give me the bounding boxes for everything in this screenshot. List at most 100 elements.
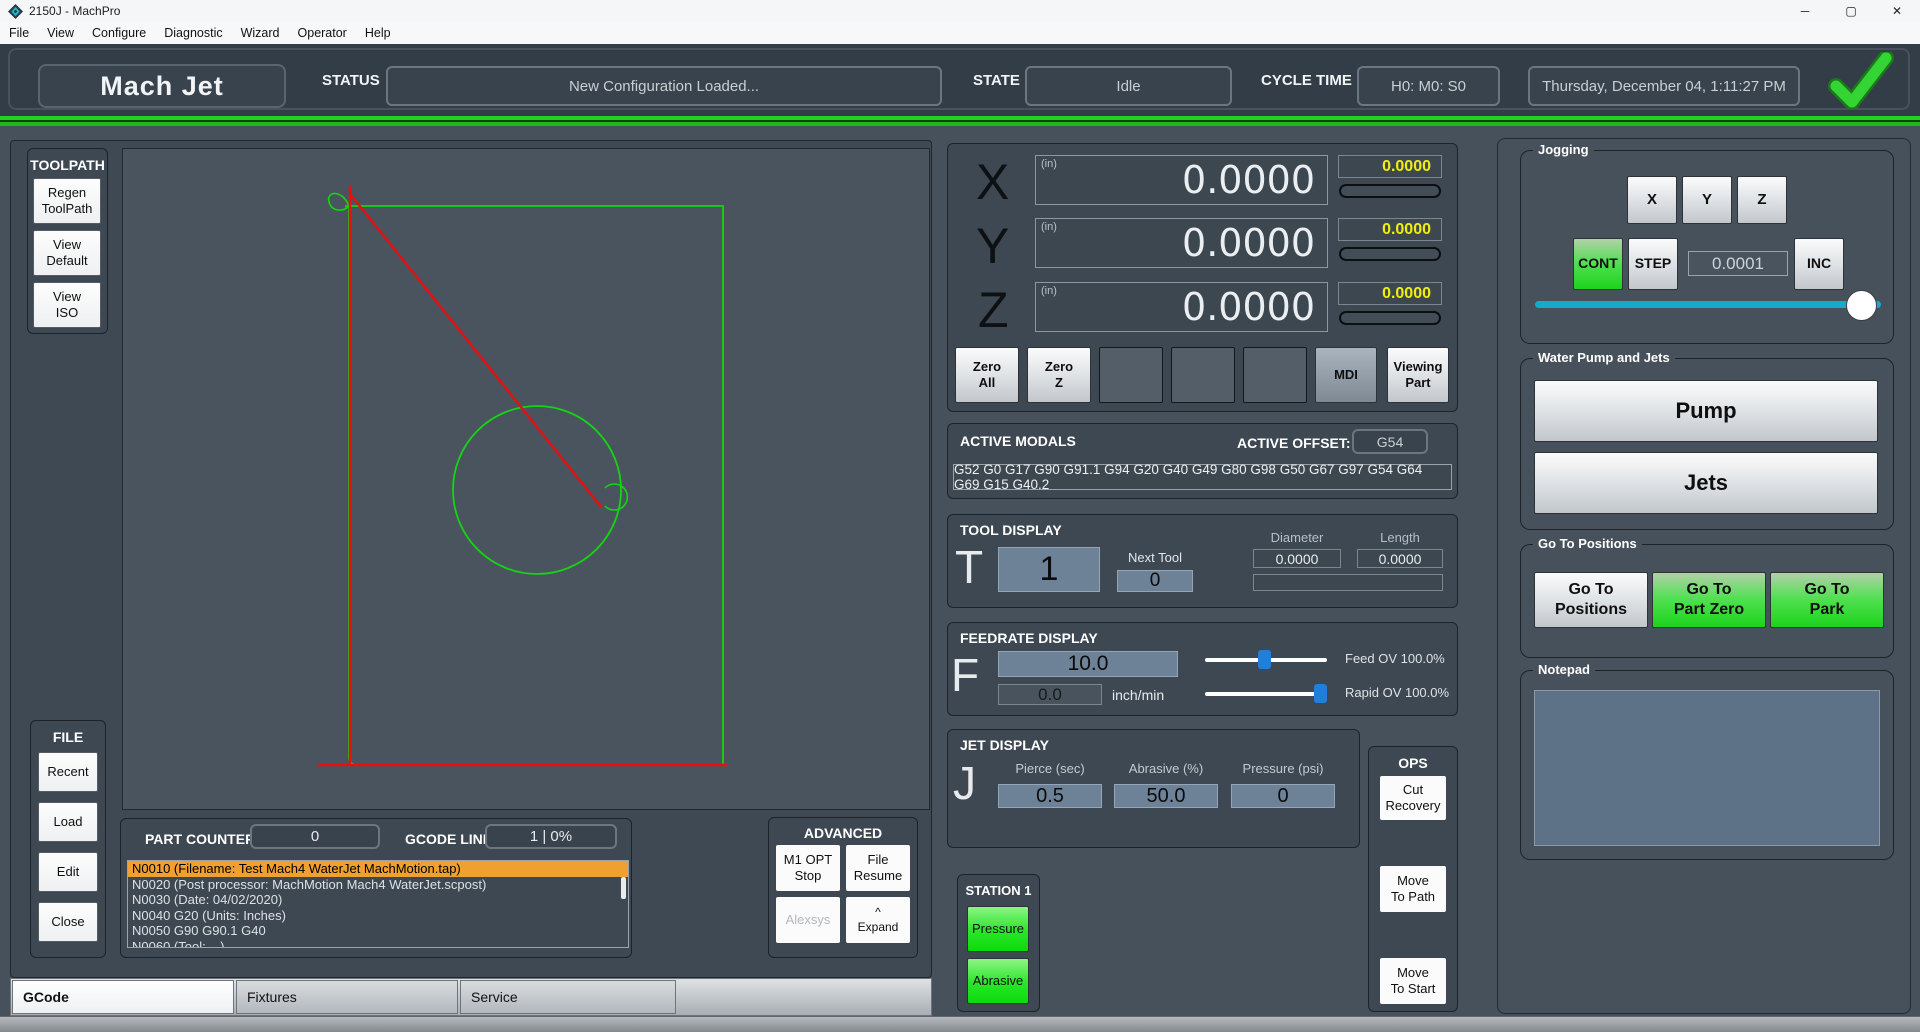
feedrate-programmed[interactable]: 10.0 — [998, 651, 1178, 677]
alexsys-button[interactable]: Alexsys — [776, 897, 840, 943]
gcode-list-item[interactable]: N0010 (Filename: Test Mach4 WaterJet Mac… — [128, 861, 628, 877]
notepad-textarea[interactable] — [1534, 690, 1880, 846]
dro-y-offset: 0.0000 — [1338, 218, 1442, 241]
file-edit-button[interactable]: Edit — [38, 852, 98, 892]
rapid-override-slider[interactable] — [1205, 692, 1327, 696]
jet-display-title: JET DISPLAY — [960, 737, 1049, 753]
current-tool-value[interactable]: 1 — [998, 547, 1100, 592]
view-default-button[interactable]: View Default — [33, 230, 101, 276]
tab-fixtures[interactable]: Fixtures — [236, 980, 458, 1014]
station-pressure-button[interactable]: Pressure — [967, 906, 1029, 952]
jets-button[interactable]: Jets — [1534, 452, 1878, 514]
notepad-legend: Notepad — [1533, 662, 1595, 677]
machjet-logo: Mach Jet — [38, 64, 286, 108]
abrasive-label: Abrasive (%) — [1114, 761, 1218, 776]
jogging-legend: Jogging — [1533, 142, 1594, 157]
empty-button-3 — [1243, 347, 1307, 403]
goto-positions-button[interactable]: Go To Positions — [1534, 572, 1648, 628]
menu-operator[interactable]: Operator — [289, 22, 356, 44]
cycle-time-field: H0: M0: S0 — [1357, 66, 1500, 106]
jog-speed-slider-thumb[interactable] — [1846, 290, 1877, 321]
feed-override-slider-thumb[interactable] — [1258, 650, 1271, 669]
dro-y[interactable]: (in) 0.0000 — [1035, 218, 1328, 268]
dro-x-offset: 0.0000 — [1338, 155, 1442, 178]
axis-x-letter: X — [976, 157, 1009, 207]
gcode-list-item[interactable]: N0050 G90 G90.1 G40 — [128, 923, 628, 939]
toolpath-panel-title: TOOLPATH — [28, 157, 107, 173]
jog-speed-slider[interactable] — [1535, 301, 1881, 308]
viewing-part-button[interactable]: Viewing Part — [1387, 347, 1449, 403]
menu-diagnostic[interactable]: Diagnostic — [155, 22, 231, 44]
menu-configure[interactable]: Configure — [83, 22, 155, 44]
cut-recovery-button[interactable]: Cut Recovery — [1380, 776, 1446, 820]
advanced-panel-title: ADVANCED — [769, 825, 917, 841]
mdi-button[interactable]: MDI — [1315, 347, 1377, 403]
gcode-list-item[interactable]: N0030 (Date: 04/02/2020) — [128, 892, 628, 908]
zero-z-button[interactable]: Zero Z — [1027, 347, 1091, 403]
gcode-list-item[interactable]: N0020 (Post processor: MachMotion Mach4 … — [128, 877, 628, 893]
gcode-line-label: GCODE LINE: — [405, 831, 497, 847]
gcode-list-item[interactable]: N0060 (Tool: ...) — [128, 939, 628, 949]
pressure-value[interactable]: 0 — [1231, 784, 1335, 808]
regen-toolpath-button[interactable]: Regen ToolPath — [33, 178, 101, 224]
jog-x-button[interactable]: X — [1627, 176, 1677, 224]
feedrate-units: inch/min — [1112, 687, 1164, 703]
station-abrasive-button[interactable]: Abrasive — [967, 958, 1029, 1004]
green-divider — [0, 116, 1920, 126]
jog-z-button[interactable]: Z — [1737, 176, 1787, 224]
close-icon[interactable]: ✕ — [1874, 0, 1920, 22]
state-label: STATE — [973, 72, 1020, 89]
next-tool-value[interactable]: 0 — [1117, 570, 1193, 592]
dro-z-value: 0.0000 — [1182, 283, 1315, 331]
menu-file[interactable]: File — [0, 22, 38, 44]
pump-button[interactable]: Pump — [1534, 380, 1878, 442]
move-to-path-button[interactable]: Move To Path — [1380, 866, 1446, 912]
jog-increment-field[interactable]: 0.0001 — [1688, 251, 1788, 276]
menubar: File View Configure Diagnostic Wizard Op… — [0, 22, 1920, 45]
jog-inc-button[interactable]: INC — [1794, 238, 1844, 290]
state-field: Idle — [1025, 66, 1232, 106]
pierce-label: Pierce (sec) — [998, 761, 1102, 776]
menu-view[interactable]: View — [38, 22, 83, 44]
toolpath-display[interactable] — [122, 148, 930, 810]
file-close-button[interactable]: Close — [38, 902, 98, 942]
gcode-list[interactable]: N0010 (Filename: Test Mach4 WaterJet Mac… — [127, 860, 629, 948]
dro-z-unit: (in) — [1041, 285, 1057, 297]
jog-y-button[interactable]: Y — [1682, 176, 1732, 224]
jog-step-button[interactable]: STEP — [1628, 238, 1678, 290]
expand-button[interactable]: ^ Expand — [846, 897, 910, 943]
gcode-list-scrollbar[interactable] — [621, 877, 626, 899]
file-recent-button[interactable]: Recent — [38, 752, 98, 792]
menu-wizard[interactable]: Wizard — [232, 22, 289, 44]
header: Mach Jet STATUS New Configuration Loaded… — [0, 44, 1920, 116]
tab-service[interactable]: Service — [460, 980, 676, 1014]
machpro-window: 2150J - MachPro ─ ▢ ✕ File View Configur… — [0, 0, 1920, 1032]
jog-cont-button[interactable]: CONT — [1573, 238, 1623, 290]
menu-help[interactable]: Help — [356, 22, 400, 44]
move-to-start-button[interactable]: Move To Start — [1380, 958, 1446, 1004]
dro-z[interactable]: (in) 0.0000 — [1035, 282, 1328, 332]
tab-gcode[interactable]: GCode — [12, 980, 234, 1014]
machpro-logo-icon — [8, 4, 23, 19]
gcode-list-item[interactable]: N0040 G20 (Units: Inches) — [128, 908, 628, 924]
m1-opt-stop-button[interactable]: M1 OPT Stop — [776, 845, 840, 891]
pierce-value[interactable]: 0.5 — [998, 784, 1102, 808]
toolpath-drawing — [123, 149, 929, 809]
status-label: STATUS — [322, 72, 380, 89]
goto-park-button[interactable]: Go To Park — [1770, 572, 1884, 628]
dro-z-offset: 0.0000 — [1338, 282, 1442, 305]
file-resume-button[interactable]: File Resume — [846, 845, 910, 891]
minimize-icon[interactable]: ─ — [1782, 0, 1828, 22]
axis-y-letter: Y — [976, 221, 1009, 271]
dro-x[interactable]: (in) 0.0000 — [1035, 155, 1328, 205]
window-title: 2150J - MachPro — [29, 4, 120, 18]
goto-part-zero-button[interactable]: Go To Part Zero — [1652, 572, 1766, 628]
dro-y-value: 0.0000 — [1182, 219, 1315, 267]
tool-info-bar — [1253, 574, 1443, 591]
abrasive-value[interactable]: 50.0 — [1114, 784, 1218, 808]
file-load-button[interactable]: Load — [38, 802, 98, 842]
zero-all-button[interactable]: Zero All — [955, 347, 1019, 403]
maximize-icon[interactable]: ▢ — [1828, 0, 1874, 22]
rapid-override-slider-thumb[interactable] — [1314, 684, 1327, 703]
view-iso-button[interactable]: View ISO — [33, 282, 101, 328]
